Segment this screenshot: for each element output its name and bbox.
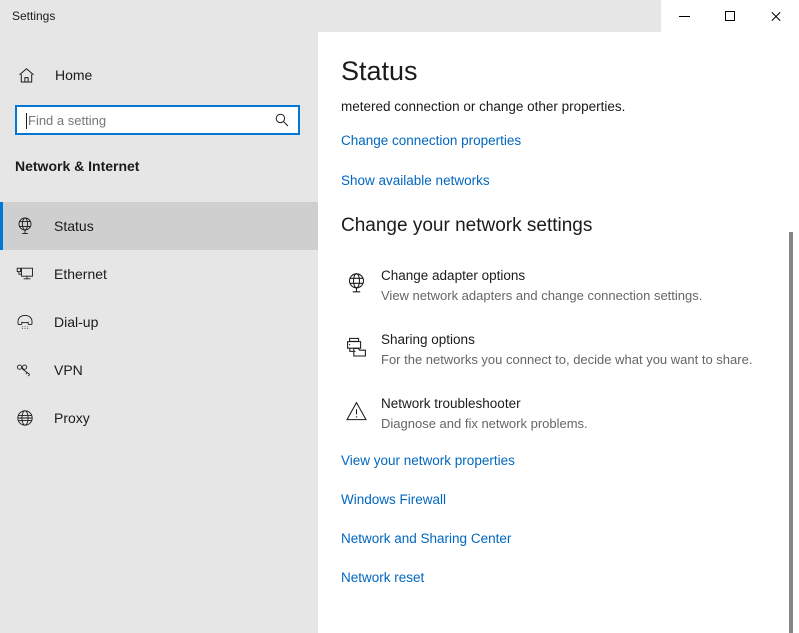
- windows-firewall-link[interactable]: Windows Firewall: [341, 492, 446, 507]
- search-caret: [26, 113, 27, 129]
- option-sharing-options-title: Sharing options: [381, 332, 475, 347]
- network-reset-row: Network reset: [341, 569, 515, 608]
- change-network-settings-heading: Change your network settings: [341, 215, 593, 236]
- option-network-troubleshooter-title: Network troubleshooter: [381, 396, 521, 411]
- sidebar-item-ethernet-label: Ethernet: [54, 266, 107, 282]
- network-settings-options: Change adapter options View network adap…: [341, 264, 781, 456]
- view-your-network-properties-link[interactable]: View your network properties: [341, 453, 515, 468]
- show-available-networks-link-wrap: Show available networks: [341, 172, 490, 190]
- minimize-button[interactable]: [661, 0, 707, 32]
- sidebar-item-ethernet[interactable]: Ethernet: [0, 250, 318, 298]
- window-title: Settings: [12, 9, 56, 23]
- option-network-troubleshooter-desc: Diagnose and fix network problems.: [381, 416, 588, 431]
- sidebar-item-home-label: Home: [55, 67, 93, 83]
- sidebar-item-dial-up-label: Dial-up: [54, 314, 99, 330]
- maximize-button[interactable]: [707, 0, 753, 32]
- dial-up-icon: [12, 312, 38, 332]
- view-network-properties-row: View your network properties: [341, 452, 515, 491]
- maximize-icon: [725, 11, 735, 21]
- option-sharing-options[interactable]: Sharing options For the networks you con…: [341, 328, 781, 392]
- close-button[interactable]: [753, 0, 799, 32]
- sidebar-item-dial-up[interactable]: Dial-up: [0, 298, 318, 346]
- sidebar-item-proxy[interactable]: Proxy: [0, 394, 318, 442]
- search-input[interactable]: [28, 109, 263, 131]
- option-change-adapter-options[interactable]: Change adapter options View network adap…: [341, 264, 781, 328]
- sidebar-item-vpn-label: VPN: [54, 362, 83, 378]
- option-change-adapter-options-desc: View network adapters and change connect…: [381, 288, 703, 303]
- minimize-icon: [678, 15, 690, 17]
- option-change-adapter-options-text: Change adapter options View network adap…: [381, 264, 702, 305]
- ethernet-icon: [12, 264, 38, 284]
- intro-text: metered connection or change other prope…: [341, 99, 626, 114]
- sidebar-nav-list: Status Ethernet Dial-up VPN Proxy: [0, 202, 318, 442]
- option-change-adapter-options-title: Change adapter options: [381, 268, 526, 283]
- vpn-key-icon: [12, 360, 38, 380]
- windows-firewall-row: Windows Firewall: [341, 491, 515, 530]
- network-and-sharing-center-link[interactable]: Network and Sharing Center: [341, 531, 511, 546]
- bottom-links-list: View your network properties Windows Fir…: [341, 452, 515, 608]
- settings-window: Settings Home Find a setting Network & I…: [0, 0, 799, 633]
- network-and-sharing-center-row: Network and Sharing Center: [341, 530, 515, 569]
- sidebar-item-status[interactable]: Status: [0, 202, 318, 250]
- search-box[interactable]: [15, 105, 300, 135]
- sidebar-item-status-label: Status: [54, 218, 94, 234]
- change-connection-properties-link-wrap: Change connection properties: [341, 132, 521, 150]
- page-title: Status: [341, 56, 418, 86]
- warning-triangle-icon: [341, 392, 371, 424]
- network-adapter-icon: [341, 264, 371, 296]
- sidebar-section-title: Network & Internet: [15, 158, 140, 174]
- main-content: Status metered connection or change othe…: [318, 32, 799, 633]
- option-network-troubleshooter-text: Network troubleshooter Diagnose and fix …: [381, 392, 588, 433]
- option-sharing-options-desc: For the networks you connect to, decide …: [381, 352, 753, 367]
- option-network-troubleshooter[interactable]: Network troubleshooter Diagnose and fix …: [341, 392, 781, 456]
- change-connection-properties-link[interactable]: Change connection properties: [341, 133, 521, 148]
- option-sharing-options-text: Sharing options For the networks you con…: [381, 328, 752, 369]
- network-status-icon: [12, 216, 38, 236]
- sidebar-item-vpn[interactable]: VPN: [0, 346, 318, 394]
- show-available-networks-link[interactable]: Show available networks: [341, 173, 490, 188]
- scrollbar-thumb[interactable]: [789, 232, 793, 633]
- sidebar-item-home[interactable]: Home: [0, 58, 318, 92]
- sharing-printer-folder-icon: [341, 328, 371, 360]
- title-bar: Settings: [0, 0, 799, 32]
- home-icon: [14, 67, 38, 84]
- close-icon: [770, 10, 782, 22]
- sidebar-item-proxy-label: Proxy: [54, 410, 90, 426]
- search-icon[interactable]: [274, 112, 290, 133]
- sidebar: Home Network & Internet: [0, 0, 318, 633]
- window-controls: [661, 0, 799, 32]
- globe-icon: [12, 408, 38, 428]
- vertical-scrollbar[interactable]: [783, 32, 799, 633]
- network-reset-link[interactable]: Network reset: [341, 570, 424, 585]
